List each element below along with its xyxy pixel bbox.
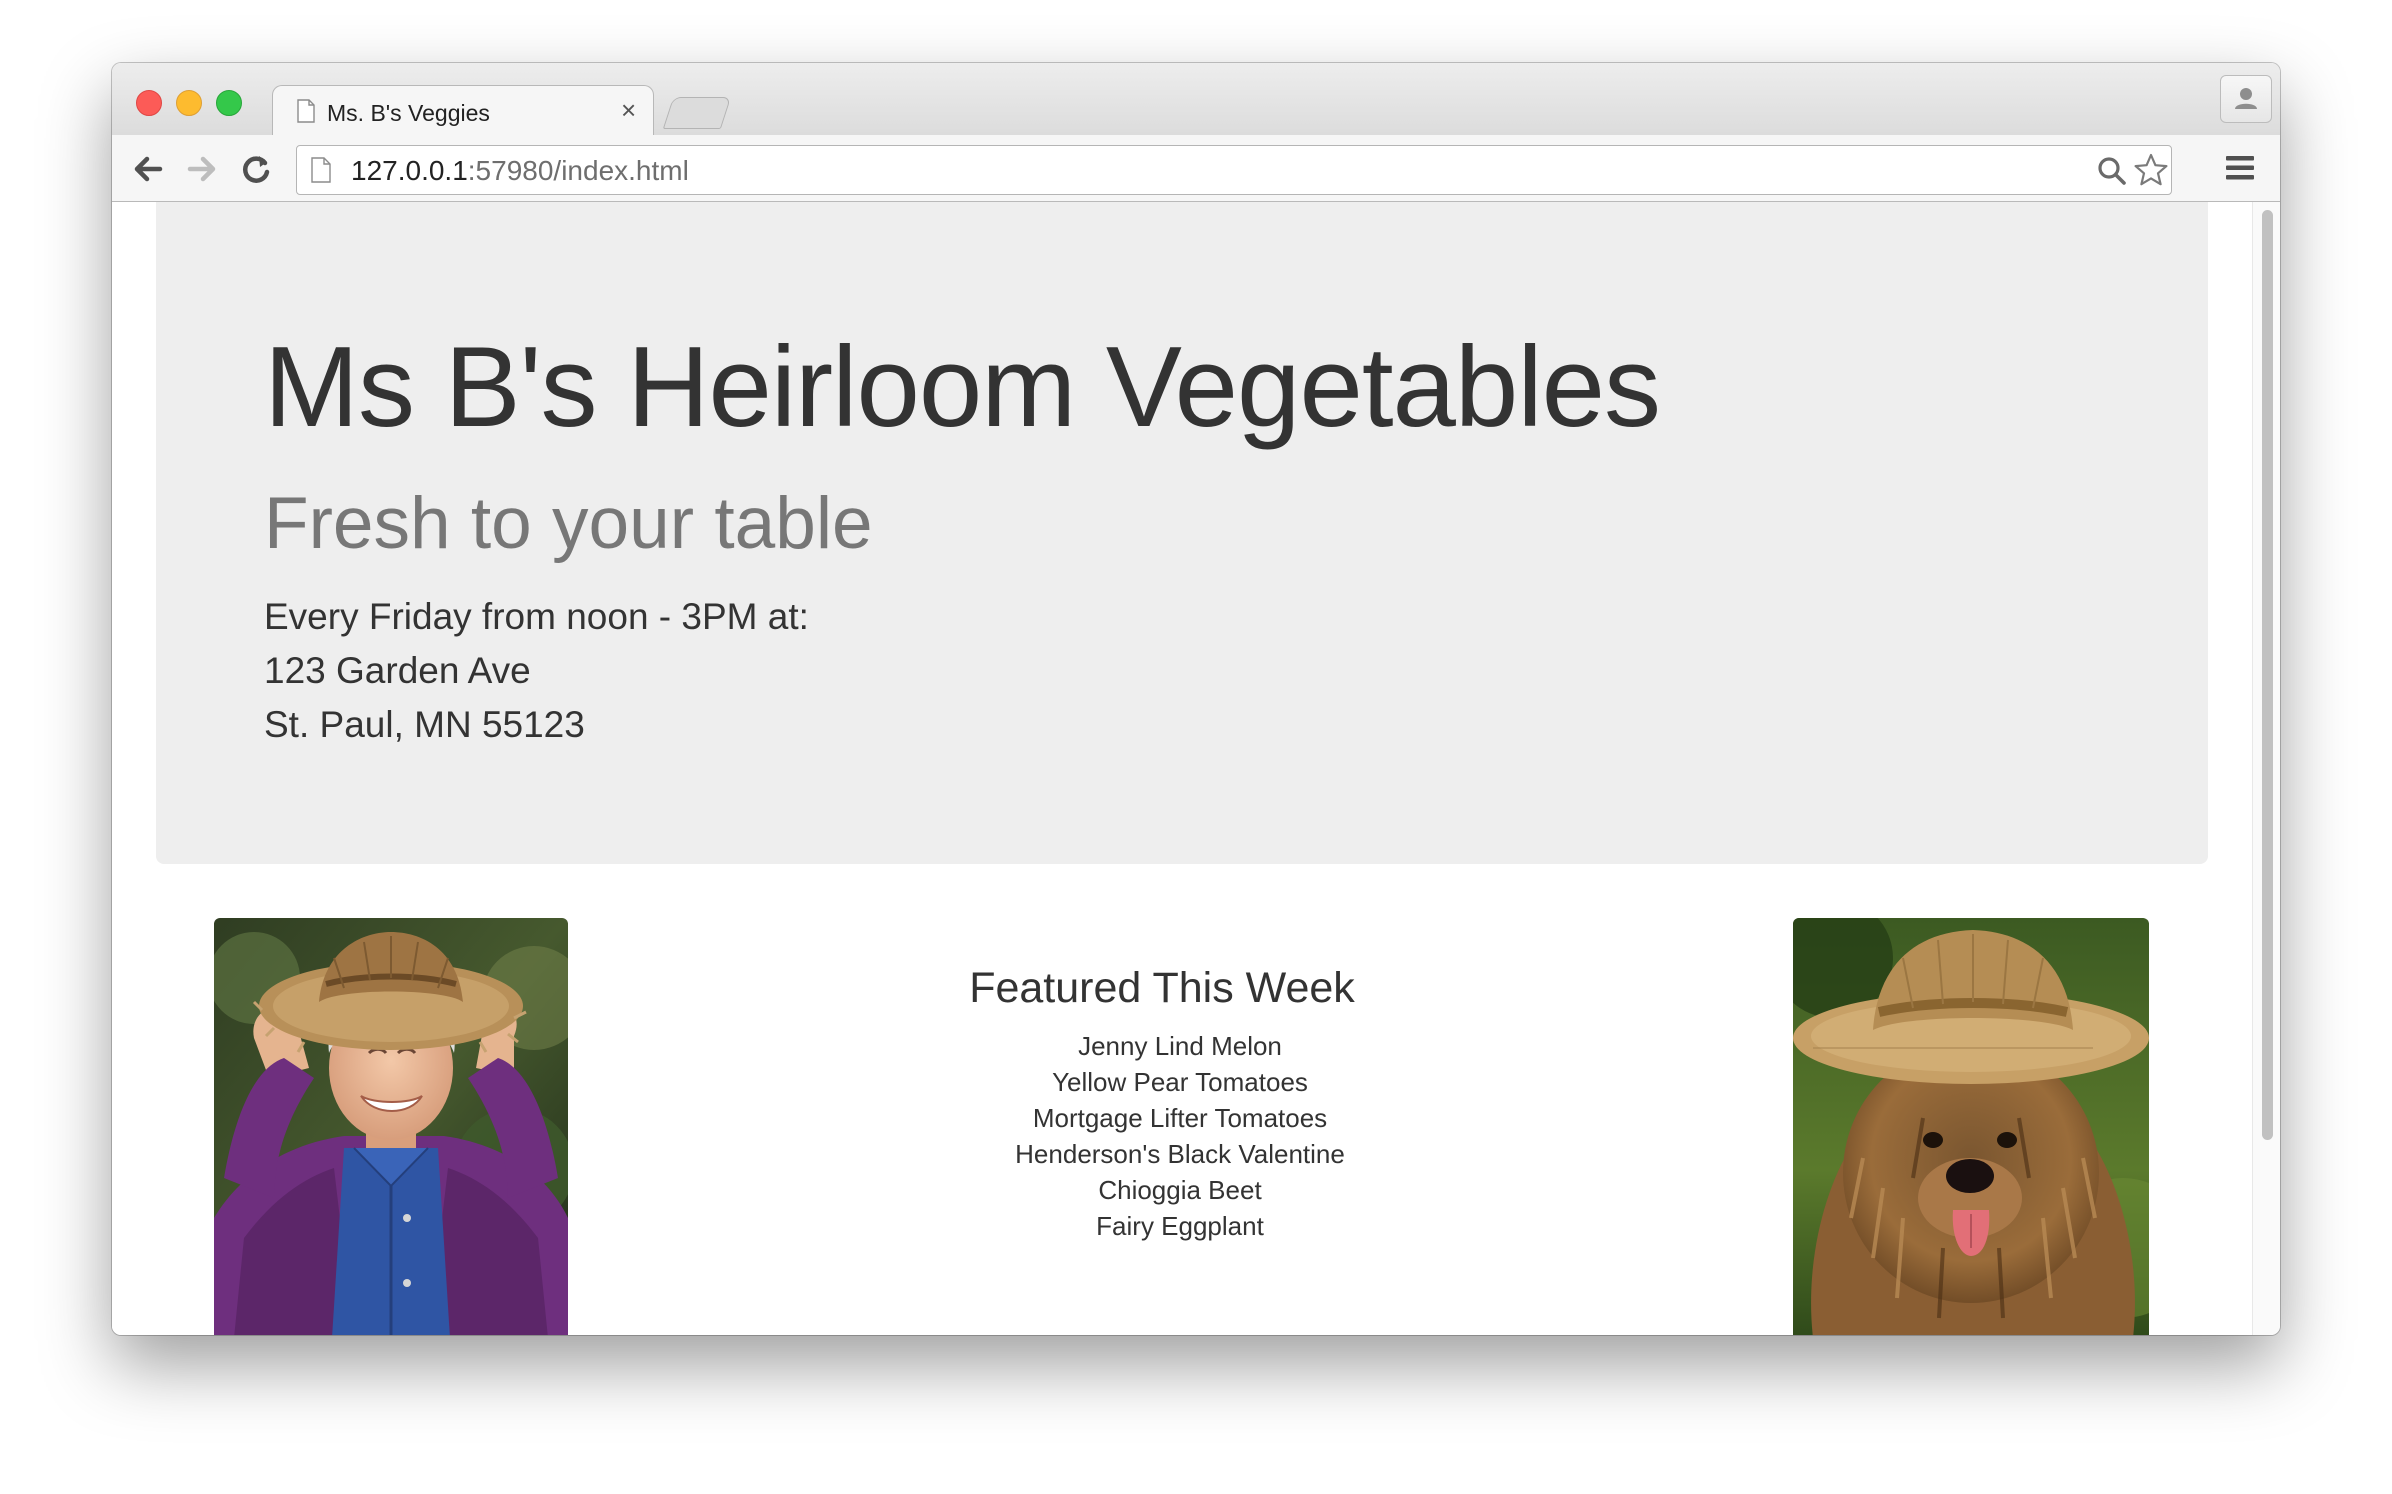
bookmark-star-icon[interactable] [2133,152,2169,188]
zoom-window-button[interactable] [216,90,242,116]
tab-strip: Ms. B's Veggies × [112,63,2280,136]
list-item: Fairy Eggplant [1096,1211,1264,1241]
tab-title: Ms. B's Veggies [327,100,490,126]
hero-jumbotron: Ms B's Heirloom Vegetables Fresh to your… [156,202,2208,864]
featured-list: Jenny Lind Melon Yellow Pear Tomatoes Mo… [1012,1028,1348,1244]
market-schedule: Every Friday from noon - 3PM at: 123 Gar… [264,590,809,752]
woman-in-straw-hat-photo [214,918,568,1335]
list-item: Chioggia Beet [1098,1175,1262,1205]
schedule-line: Every Friday from noon - 3PM at: [264,596,809,637]
list-item: Yellow Pear Tomatoes [1052,1067,1308,1097]
tab-active[interactable]: Ms. B's Veggies × [272,85,654,136]
reload-icon[interactable] [234,147,278,191]
toolbar: 127.0.0.1:57980/index.html [112,135,2280,202]
address-city: St. Paul, MN 55123 [264,704,585,745]
scrollbar-thumb[interactable] [2262,210,2273,1140]
screen: Ms. B's Veggies × 127.0.0.1:57980/index.… [0,0,2392,1494]
url-path: :57980/index.html [467,155,689,186]
profile-button[interactable] [2220,75,2272,123]
forward-arrow-icon[interactable] [180,147,224,191]
featured-heading: Featured This Week [969,964,1355,1012]
url-text[interactable]: 127.0.0.1:57980/index.html [351,155,689,187]
list-item: Jenny Lind Melon [1078,1031,1282,1061]
browser-window: Ms. B's Veggies × 127.0.0.1:57980/index.… [112,63,2280,1335]
page-tagline: Fresh to your table [264,483,873,564]
menu-icon[interactable] [2224,153,2256,183]
new-tab-button[interactable] [662,97,732,129]
close-window-button[interactable] [136,90,162,116]
page-title: Ms B's Heirloom Vegetables [264,324,1661,451]
close-icon[interactable]: × [621,95,636,125]
profile-icon [2235,88,2257,109]
page-icon [297,99,315,123]
address-bar[interactable]: 127.0.0.1:57980/index.html [296,145,2172,195]
page-viewport[interactable]: Ms B's Heirloom Vegetables Fresh to your… [112,202,2280,1335]
url-host: 127.0.0.1 [351,155,468,186]
list-item: Henderson's Black Valentine [1015,1139,1345,1169]
minimize-window-button[interactable] [176,90,202,116]
vertical-scrollbar[interactable] [2252,202,2280,1335]
list-item: Mortgage Lifter Tomatoes [1032,1103,1328,1133]
page-icon [311,157,331,183]
dog-in-straw-hat-photo [1793,918,2149,1335]
back-arrow-icon[interactable] [126,147,170,191]
address-street: 123 Garden Ave [264,650,531,691]
search-icon[interactable] [2097,156,2127,186]
